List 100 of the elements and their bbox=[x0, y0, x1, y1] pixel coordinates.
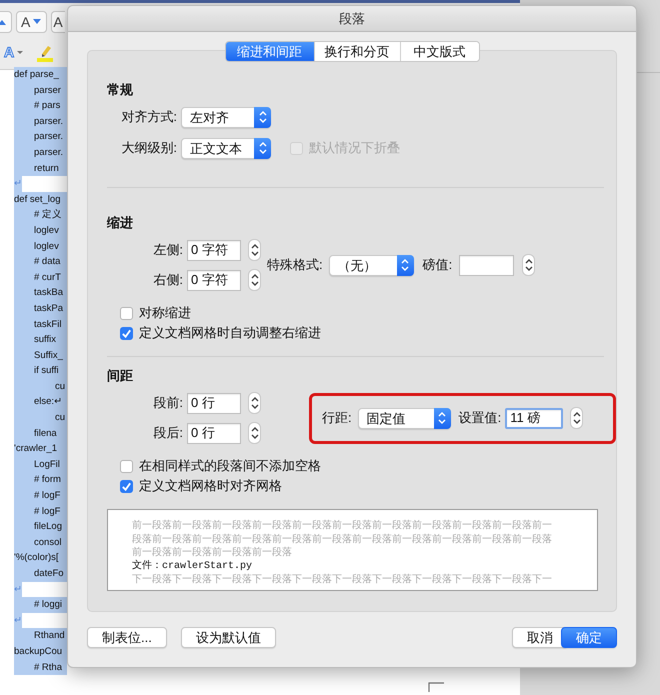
stepper-button[interactable] bbox=[248, 239, 261, 261]
code-line: return bbox=[33, 162, 59, 176]
stepper-button[interactable] bbox=[248, 269, 261, 291]
updown-icon bbox=[524, 258, 534, 272]
field-label: 对齐方式: bbox=[120, 108, 177, 126]
field-label: 右侧: bbox=[152, 271, 183, 290]
updown-icon bbox=[250, 273, 260, 287]
updown-icon bbox=[250, 243, 260, 257]
checkbox-label: 对称缩进 bbox=[139, 304, 191, 322]
dropdown[interactable]: （无） bbox=[328, 254, 414, 276]
input-field[interactable]: 11 磅 bbox=[505, 408, 564, 428]
code-line: else:↵ bbox=[33, 395, 62, 410]
code-line: 'crawler_1 bbox=[14, 442, 57, 456]
checkbox[interactable] bbox=[120, 326, 133, 340]
code-line: taskBa bbox=[33, 286, 64, 300]
code-line: parser bbox=[33, 84, 61, 98]
dialog-button[interactable]: 确定 bbox=[561, 627, 617, 648]
input-field[interactable]: 0 字符 bbox=[187, 240, 241, 260]
code-line: # 定义 bbox=[33, 208, 62, 222]
tab[interactable]: 中文版式 bbox=[400, 42, 478, 61]
preview-text: 前一段落前一段落前一段落前一段落 bbox=[132, 546, 293, 560]
caret-icon bbox=[16, 50, 24, 54]
updown-icon bbox=[250, 426, 260, 440]
checkbox[interactable] bbox=[120, 480, 133, 492]
code-line: # form bbox=[33, 473, 61, 488]
code-line: Rthand bbox=[33, 629, 65, 644]
code-line: def set_log bbox=[14, 192, 60, 207]
code-line: taskPa bbox=[33, 302, 64, 316]
code-line: # Rtha bbox=[33, 660, 62, 675]
checkbox-label: 定义文档网格时自动调整右缩进 bbox=[139, 324, 321, 342]
updown-icon bbox=[258, 110, 268, 124]
checkbox-label: 在相同样式的段落间不添加空格 bbox=[139, 457, 321, 476]
code-line: # data bbox=[33, 255, 60, 270]
code-line: Suffix_ bbox=[33, 348, 63, 363]
stepper-button[interactable] bbox=[248, 392, 261, 414]
field-label: 磅值: bbox=[422, 256, 452, 274]
page-corner-mark bbox=[428, 682, 444, 692]
updown-icon bbox=[572, 411, 582, 425]
field-label: 左侧: bbox=[152, 241, 183, 260]
updown-icon bbox=[250, 396, 260, 410]
updown-icon bbox=[400, 258, 410, 272]
dialog-button[interactable]: 设为默认值 bbox=[180, 627, 276, 648]
dialog-title: 段落 bbox=[68, 6, 636, 32]
dropdown[interactable]: 正文文本 bbox=[181, 138, 271, 158]
code-line: # logF bbox=[33, 504, 60, 519]
code-line: def parse_ bbox=[14, 68, 59, 82]
code-line: backupCou bbox=[14, 644, 62, 659]
code-line: parser. bbox=[33, 130, 64, 144]
code-line: parser. bbox=[33, 114, 64, 129]
code-line: if suffi bbox=[33, 364, 59, 378]
code-line: cu bbox=[54, 380, 66, 394]
section-heading: 缩进 bbox=[107, 214, 134, 232]
code-line: taskFil bbox=[33, 318, 62, 332]
code-line: consol bbox=[33, 536, 62, 550]
code-line: '%(color)s[ bbox=[14, 551, 59, 566]
checkbox-label: 默认情况下折叠 bbox=[309, 139, 400, 158]
code-line: # loggi bbox=[33, 598, 62, 612]
triangle-down-icon bbox=[32, 18, 42, 26]
stepper-button[interactable] bbox=[248, 422, 261, 444]
dropdown[interactable]: 左对齐 bbox=[181, 106, 271, 128]
dialog-button[interactable]: 制表位... bbox=[87, 627, 167, 648]
field-label: 段后: bbox=[152, 424, 183, 442]
code-line: loglev bbox=[33, 240, 59, 254]
field-label: 段前: bbox=[152, 394, 183, 412]
updown-icon bbox=[258, 141, 268, 155]
code-line: loglev bbox=[33, 224, 59, 238]
checkbox[interactable] bbox=[120, 460, 133, 472]
field-label: 大纲级别: bbox=[120, 139, 177, 158]
code-line: # curT bbox=[33, 270, 61, 285]
stepper-button[interactable] bbox=[522, 254, 536, 276]
preview-text: 段落前一段落前一段落前一段落前一段落前一段落前一段落前一段落前一段落前一段落前一段落 bbox=[132, 532, 553, 546]
code-line: cu bbox=[54, 411, 66, 426]
field-label: 设置值: bbox=[458, 409, 502, 428]
stepper-button[interactable] bbox=[570, 407, 584, 429]
checkbox[interactable] bbox=[120, 306, 133, 320]
input-field[interactable]: 0 行 bbox=[187, 392, 241, 414]
preview-text: 前一段落前一段落前一段落前一段落前一段落前一段落前一段落前一段落前一段落前一段落前一 bbox=[132, 519, 553, 533]
code-line: parser. bbox=[33, 146, 64, 160]
section-heading: 间距 bbox=[107, 367, 134, 385]
code-line: LogFil bbox=[33, 458, 60, 472]
preview-text: 下一段落下一段落下一段落下一段落下一段落下一段落下一段落下一段落下一段落下一段落下一 bbox=[132, 573, 553, 587]
input-field[interactable] bbox=[459, 254, 514, 276]
section-heading: 常规 bbox=[107, 81, 134, 99]
checkbox-label: 定义文档网格时对齐网格 bbox=[139, 477, 282, 496]
code-line: suffix bbox=[33, 333, 56, 348]
field-label: 行距: bbox=[322, 409, 352, 428]
code-line: dateFo bbox=[33, 567, 64, 581]
code-line: fileLog bbox=[33, 520, 62, 534]
field-label: 特殊格式: bbox=[267, 256, 323, 274]
input-field[interactable]: 0 字符 bbox=[187, 270, 241, 290]
dropdown[interactable]: 固定值 bbox=[358, 408, 451, 428]
code-line: filena bbox=[33, 426, 57, 441]
triangle-up-icon bbox=[0, 18, 7, 26]
toolbar-button[interactable]: A bbox=[16, 11, 48, 33]
code-line: # logF bbox=[33, 489, 60, 504]
toolbar-button[interactable]: A bbox=[51, 11, 66, 33]
input-field[interactable]: 0 行 bbox=[187, 422, 241, 444]
tab[interactable]: 缩进和间距 bbox=[226, 42, 314, 61]
updown-icon bbox=[437, 411, 448, 425]
preview-text: 文件：crawlerStart.py bbox=[132, 560, 254, 574]
